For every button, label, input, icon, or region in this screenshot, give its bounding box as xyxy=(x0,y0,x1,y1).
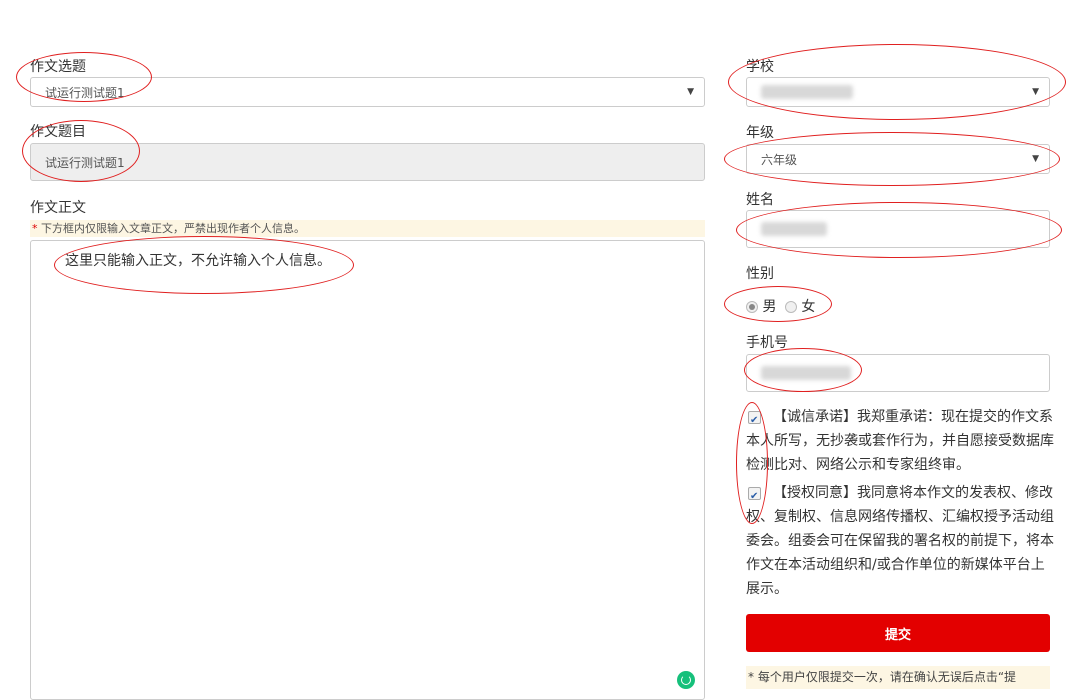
grammar-check-icon[interactable] xyxy=(677,671,695,689)
school-select[interactable]: ▼ xyxy=(746,77,1050,107)
phone-input[interactable] xyxy=(746,354,1050,392)
radio-male[interactable] xyxy=(746,301,758,313)
submit-note: * 每个用户仅限提交一次，请在确认无误后点击“提 xyxy=(746,666,1050,689)
school-label: 学校 xyxy=(746,59,774,75)
phone-value-redacted xyxy=(761,366,851,380)
chevron-down-icon: ▼ xyxy=(1032,154,1039,164)
integrity-pledge: 【诚信承诺】我郑重承诺：现在提交的作文系本人所写，无抄袭或套作行为，并自愿接受数… xyxy=(746,405,1056,477)
radio-female[interactable] xyxy=(784,301,797,313)
radio-female-label: 女 xyxy=(801,299,816,315)
essay-body-placeholder: 这里只能输入正文，不允许输入个人信息。 xyxy=(65,253,331,269)
body-label: 作文正文 xyxy=(30,200,86,216)
phone-label: 手机号 xyxy=(746,335,788,351)
authorization-consent: 【授权同意】我同意将本作文的发表权、修改权、复制权、信息网络传播权、汇编权授予活… xyxy=(746,481,1056,601)
topic-label: 作文选题 xyxy=(30,59,86,75)
chevron-down-icon: ▼ xyxy=(1032,87,1039,97)
title-field-value: 试运行测试题1 xyxy=(45,155,125,170)
grade-select-value: 六年级 xyxy=(761,152,798,167)
gender-label: 性别 xyxy=(746,266,774,282)
grade-label: 年级 xyxy=(746,125,774,141)
chevron-down-icon: ▼ xyxy=(687,87,694,97)
title-field: 试运行测试题1 xyxy=(30,143,705,181)
topic-select-value: 试运行测试题1 xyxy=(45,85,125,100)
authorization-text: 【授权同意】我同意将本作文的发表权、修改权、复制权、信息网络传播权、汇编权授予活… xyxy=(746,485,1054,597)
radio-male-label: 男 xyxy=(762,299,777,315)
title-label: 作文题目 xyxy=(30,124,86,140)
body-warning: * 下方框内仅限输入文章正文，严禁出现作者个人信息。 xyxy=(30,220,705,237)
authorization-checkbox[interactable] xyxy=(748,485,761,509)
integrity-checkbox[interactable] xyxy=(748,409,761,433)
gender-radio-group: 男 女 xyxy=(746,297,815,317)
essay-body-textarea[interactable]: 这里只能输入正文，不允许输入个人信息。 xyxy=(30,240,705,700)
name-label: 姓名 xyxy=(746,192,774,208)
integrity-pledge-text: 【诚信承诺】我郑重承诺：现在提交的作文系本人所写，无抄袭或套作行为，并自愿接受数… xyxy=(746,409,1054,473)
name-input[interactable] xyxy=(746,210,1050,248)
grade-select[interactable]: 六年级 ▼ xyxy=(746,144,1050,174)
school-value-redacted xyxy=(761,85,853,99)
submit-button[interactable]: 提交 xyxy=(746,614,1050,652)
topic-select[interactable]: 试运行测试题1 ▼ xyxy=(30,77,705,107)
name-value-redacted xyxy=(761,222,827,236)
